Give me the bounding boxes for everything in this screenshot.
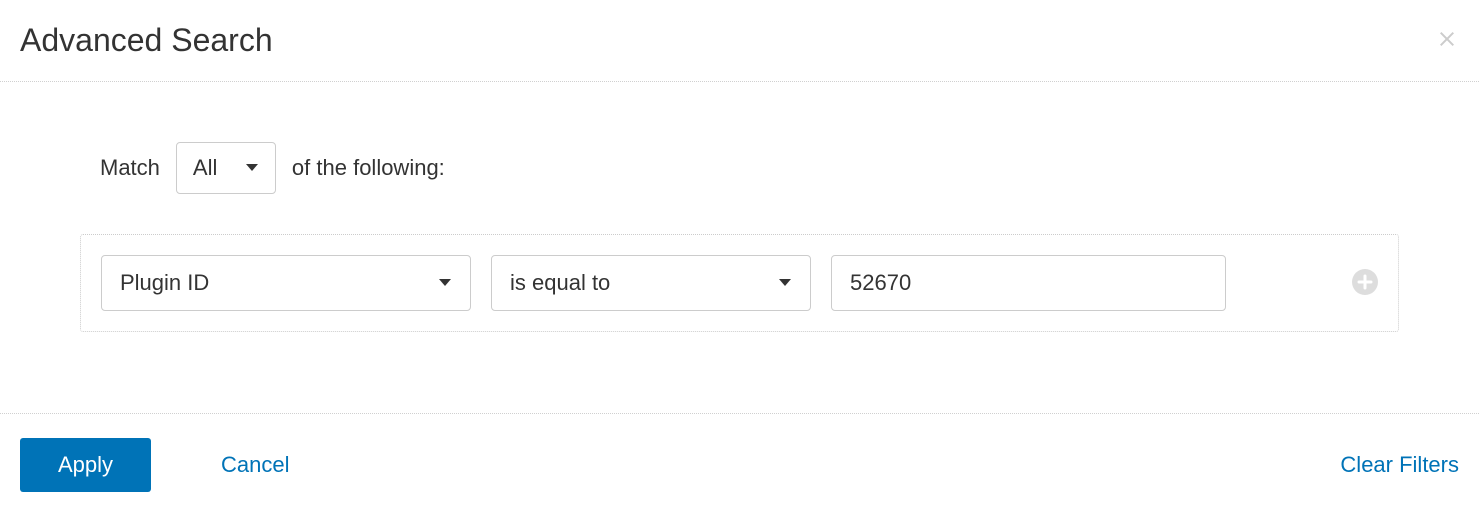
filter-operator-select[interactable]: is equal to — [491, 255, 811, 311]
filter-row: Plugin ID is equal to — [101, 255, 1332, 311]
filter-field-select[interactable]: Plugin ID — [101, 255, 471, 311]
modal-body: Match All of the following: Plugin ID is… — [0, 82, 1479, 413]
close-icon — [1435, 27, 1459, 54]
modal-title: Advanced Search — [20, 22, 273, 59]
match-row: Match All of the following: — [80, 142, 1399, 194]
filter-field-value: Plugin ID — [120, 270, 209, 295]
match-label-before: Match — [100, 155, 160, 181]
modal-header: Advanced Search — [0, 0, 1479, 82]
plus-circle-icon — [1352, 269, 1378, 298]
chevron-down-icon — [245, 163, 259, 173]
chevron-down-icon — [778, 278, 792, 288]
modal-footer: Apply Cancel Clear Filters — [0, 413, 1479, 516]
clear-filters-button[interactable]: Clear Filters — [1340, 452, 1459, 478]
match-label-after: of the following: — [292, 155, 445, 181]
advanced-search-modal: Advanced Search Match All of the followi… — [0, 0, 1479, 516]
add-filter-button[interactable] — [1352, 269, 1378, 298]
close-button[interactable] — [1435, 27, 1459, 54]
cancel-button[interactable]: Cancel — [221, 452, 289, 478]
chevron-down-icon — [438, 278, 452, 288]
match-select-value: All — [193, 155, 217, 180]
apply-button[interactable]: Apply — [20, 438, 151, 492]
filter-operator-value: is equal to — [510, 270, 610, 295]
filter-value-input[interactable] — [831, 255, 1226, 311]
filter-container: Plugin ID is equal to — [80, 234, 1399, 332]
match-select[interactable]: All — [176, 142, 276, 194]
